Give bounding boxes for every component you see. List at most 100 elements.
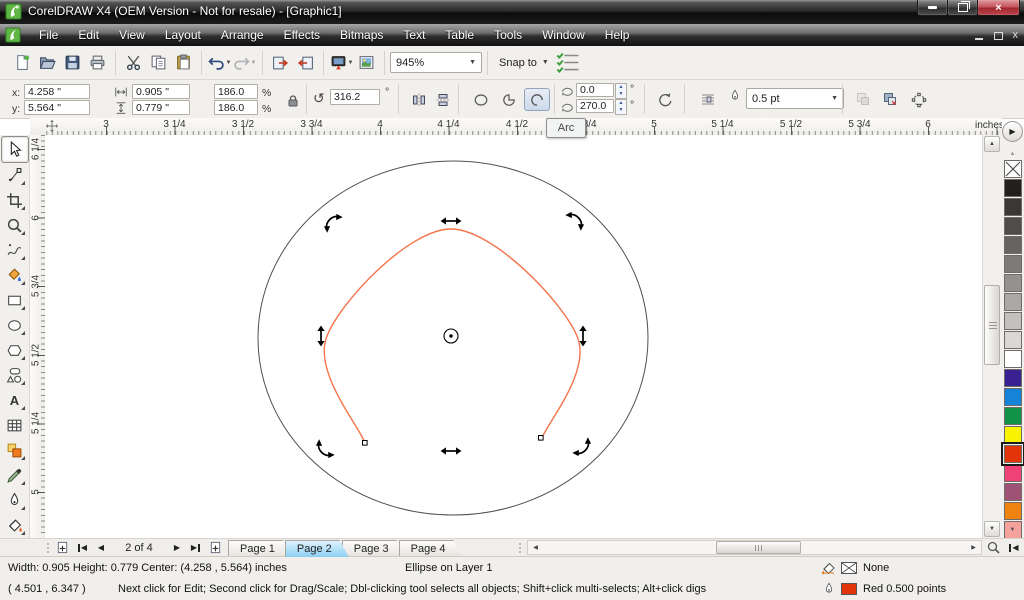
palette-swatch-pink[interactable] (1004, 464, 1022, 482)
palette-swatch-orange[interactable] (1004, 502, 1022, 520)
options-button[interactable] (555, 50, 580, 75)
rotation-angle-field[interactable]: 316.2 (330, 89, 380, 105)
copy-button[interactable] (146, 50, 171, 75)
scroll-up-button[interactable]: ▲ (984, 136, 1000, 152)
palette-swatch-red[interactable] (1004, 445, 1022, 463)
menu-help[interactable]: Help (595, 24, 640, 46)
convert-to-curves-button[interactable] (906, 88, 932, 111)
fill-color-swatch[interactable] (841, 562, 857, 574)
next-page-button[interactable]: ▶ (170, 539, 184, 556)
eyedropper-tool[interactable] (2, 463, 28, 488)
vertical-scroll-thumb[interactable] (984, 285, 1000, 365)
arc-end-node[interactable] (539, 436, 544, 441)
palette-swatch-60-black[interactable] (1004, 255, 1022, 273)
vertical-scrollbar[interactable]: ▲ ▼ (982, 135, 1000, 538)
ellipse-tool[interactable] (2, 313, 28, 338)
table-tool[interactable] (2, 413, 28, 438)
menu-arrange[interactable]: Arrange (211, 24, 274, 46)
page-tab-page-4[interactable]: Page 4 (399, 540, 463, 557)
close-button[interactable]: × (977, 0, 1020, 16)
dropdown-arrow-icon[interactable]: ▼ (251, 60, 257, 66)
drawing-canvas[interactable] (45, 135, 982, 538)
menu-text[interactable]: Text (393, 24, 435, 46)
mdi-minimize-icon[interactable] (975, 31, 984, 40)
snap-to-button[interactable]: Snap to ▼ (493, 52, 555, 74)
pick-tool[interactable] (1, 136, 29, 163)
minimize-button[interactable] (917, 0, 948, 16)
lock-ratio-button[interactable] (282, 90, 303, 111)
palette-swatch-30-black[interactable] (1004, 293, 1022, 311)
to-front-button[interactable] (850, 88, 875, 109)
palette-swatch-none[interactable] (1004, 160, 1022, 178)
start-angle-spinner[interactable]: ▲▼ (615, 83, 627, 99)
first-page-button[interactable]: ◀ (74, 539, 91, 556)
chevron-down-icon[interactable]: ▼ (469, 59, 476, 66)
outer-circle-shape[interactable] (258, 161, 648, 515)
dropdown-arrow-icon[interactable]: ▼ (226, 60, 232, 66)
object-height-field[interactable]: 0.779 " (132, 100, 190, 115)
menu-bitmaps[interactable]: Bitmaps (330, 24, 393, 46)
pie-mode-button[interactable] (496, 88, 522, 111)
welcome-screen-button[interactable] (354, 50, 379, 75)
mdi-close-icon[interactable]: x (1013, 31, 1019, 40)
zoom-tool[interactable] (2, 213, 28, 238)
page-tab-page-3[interactable]: Page 3 (342, 540, 406, 557)
rectangle-tool[interactable] (2, 288, 28, 313)
menu-edit[interactable]: Edit (68, 24, 109, 46)
horizontal-scrollbar[interactable]: ◀ ▶ (527, 540, 982, 555)
scale-horizontal-field[interactable]: 186.0 (214, 84, 258, 99)
application-launcher-button[interactable]: ▼ (329, 50, 354, 75)
menu-window[interactable]: Window (532, 24, 595, 46)
rotate-handle-bottom-right[interactable] (572, 437, 593, 458)
text-tool[interactable]: A (2, 388, 28, 413)
rotate-handle-bottom-left[interactable] (314, 439, 335, 460)
palette-swatch-plum[interactable] (1004, 483, 1022, 501)
undo-button[interactable]: ▼ (207, 50, 232, 75)
chevron-down-icon[interactable]: ▼ (831, 95, 838, 102)
rotate-handle-top-left[interactable] (322, 212, 343, 233)
palette-swatch-90-black[interactable] (1004, 198, 1022, 216)
arc-mode-button[interactable] (524, 88, 550, 111)
zoom-navigator-button[interactable] (985, 540, 1001, 555)
change-direction-button[interactable] (652, 88, 678, 111)
dropdown-arrow-icon[interactable]: ▼ (348, 60, 354, 66)
palette-swatch-yellow[interactable] (1004, 426, 1022, 444)
palette-flyout-button[interactable]: ▶ (1002, 121, 1023, 142)
object-width-field[interactable]: 0.905 " (132, 84, 190, 99)
open-button[interactable] (35, 50, 60, 75)
zoom-level-combo[interactable]: 945% ▼ (390, 52, 482, 73)
palette-swatch-black[interactable] (1004, 179, 1022, 197)
palette-swatch-50-black[interactable] (1004, 274, 1022, 292)
interactive-blend-tool[interactable] (2, 438, 28, 463)
rotate-handle-top-right[interactable] (565, 210, 586, 231)
add-page-button-left[interactable] (54, 539, 71, 556)
menu-layout[interactable]: Layout (155, 24, 211, 46)
basic-shapes-tool[interactable] (2, 363, 28, 388)
skew-handle-top[interactable] (441, 217, 462, 224)
previous-page-button[interactable]: ◀ (94, 539, 108, 556)
mdi-restore-icon[interactable] (994, 31, 1003, 40)
redo-button[interactable]: ▼ (232, 50, 257, 75)
palette-swatch-purple[interactable] (1004, 369, 1022, 387)
horizontal-ruler[interactable]: inches 33 1/43 1/23 3/444 1/44 1/24 3/45… (45, 118, 1002, 136)
palette-swatch-10-black[interactable] (1004, 331, 1022, 349)
page-tab-page-2[interactable]: Page 2 (285, 540, 349, 557)
end-angle-field[interactable]: 270.0 (576, 99, 614, 113)
outline-width-combo[interactable]: 0.5 pt ▼ (746, 88, 844, 109)
end-angle-spinner[interactable]: ▲▼ (615, 99, 627, 115)
palette-scroll-down[interactable]: ▼ (1004, 524, 1021, 535)
shape-tool[interactable] (2, 163, 28, 188)
ellipse-mode-button[interactable] (468, 88, 494, 111)
fill-tool[interactable] (2, 513, 28, 538)
scroll-right-button[interactable]: ▶ (967, 541, 980, 554)
menu-table[interactable]: Table (435, 24, 484, 46)
chevron-down-icon[interactable]: ▼ (542, 59, 549, 66)
menu-tools[interactable]: Tools (484, 24, 532, 46)
scale-vertical-field[interactable]: 186.0 (214, 100, 258, 115)
horizontal-scroll-thumb[interactable] (716, 541, 801, 554)
import-button[interactable] (268, 50, 293, 75)
y-position-field[interactable]: 5.564 " (24, 100, 90, 115)
export-button[interactable] (293, 50, 318, 75)
page-tab-page-1[interactable]: Page 1 (228, 540, 292, 557)
cut-button[interactable] (121, 50, 146, 75)
